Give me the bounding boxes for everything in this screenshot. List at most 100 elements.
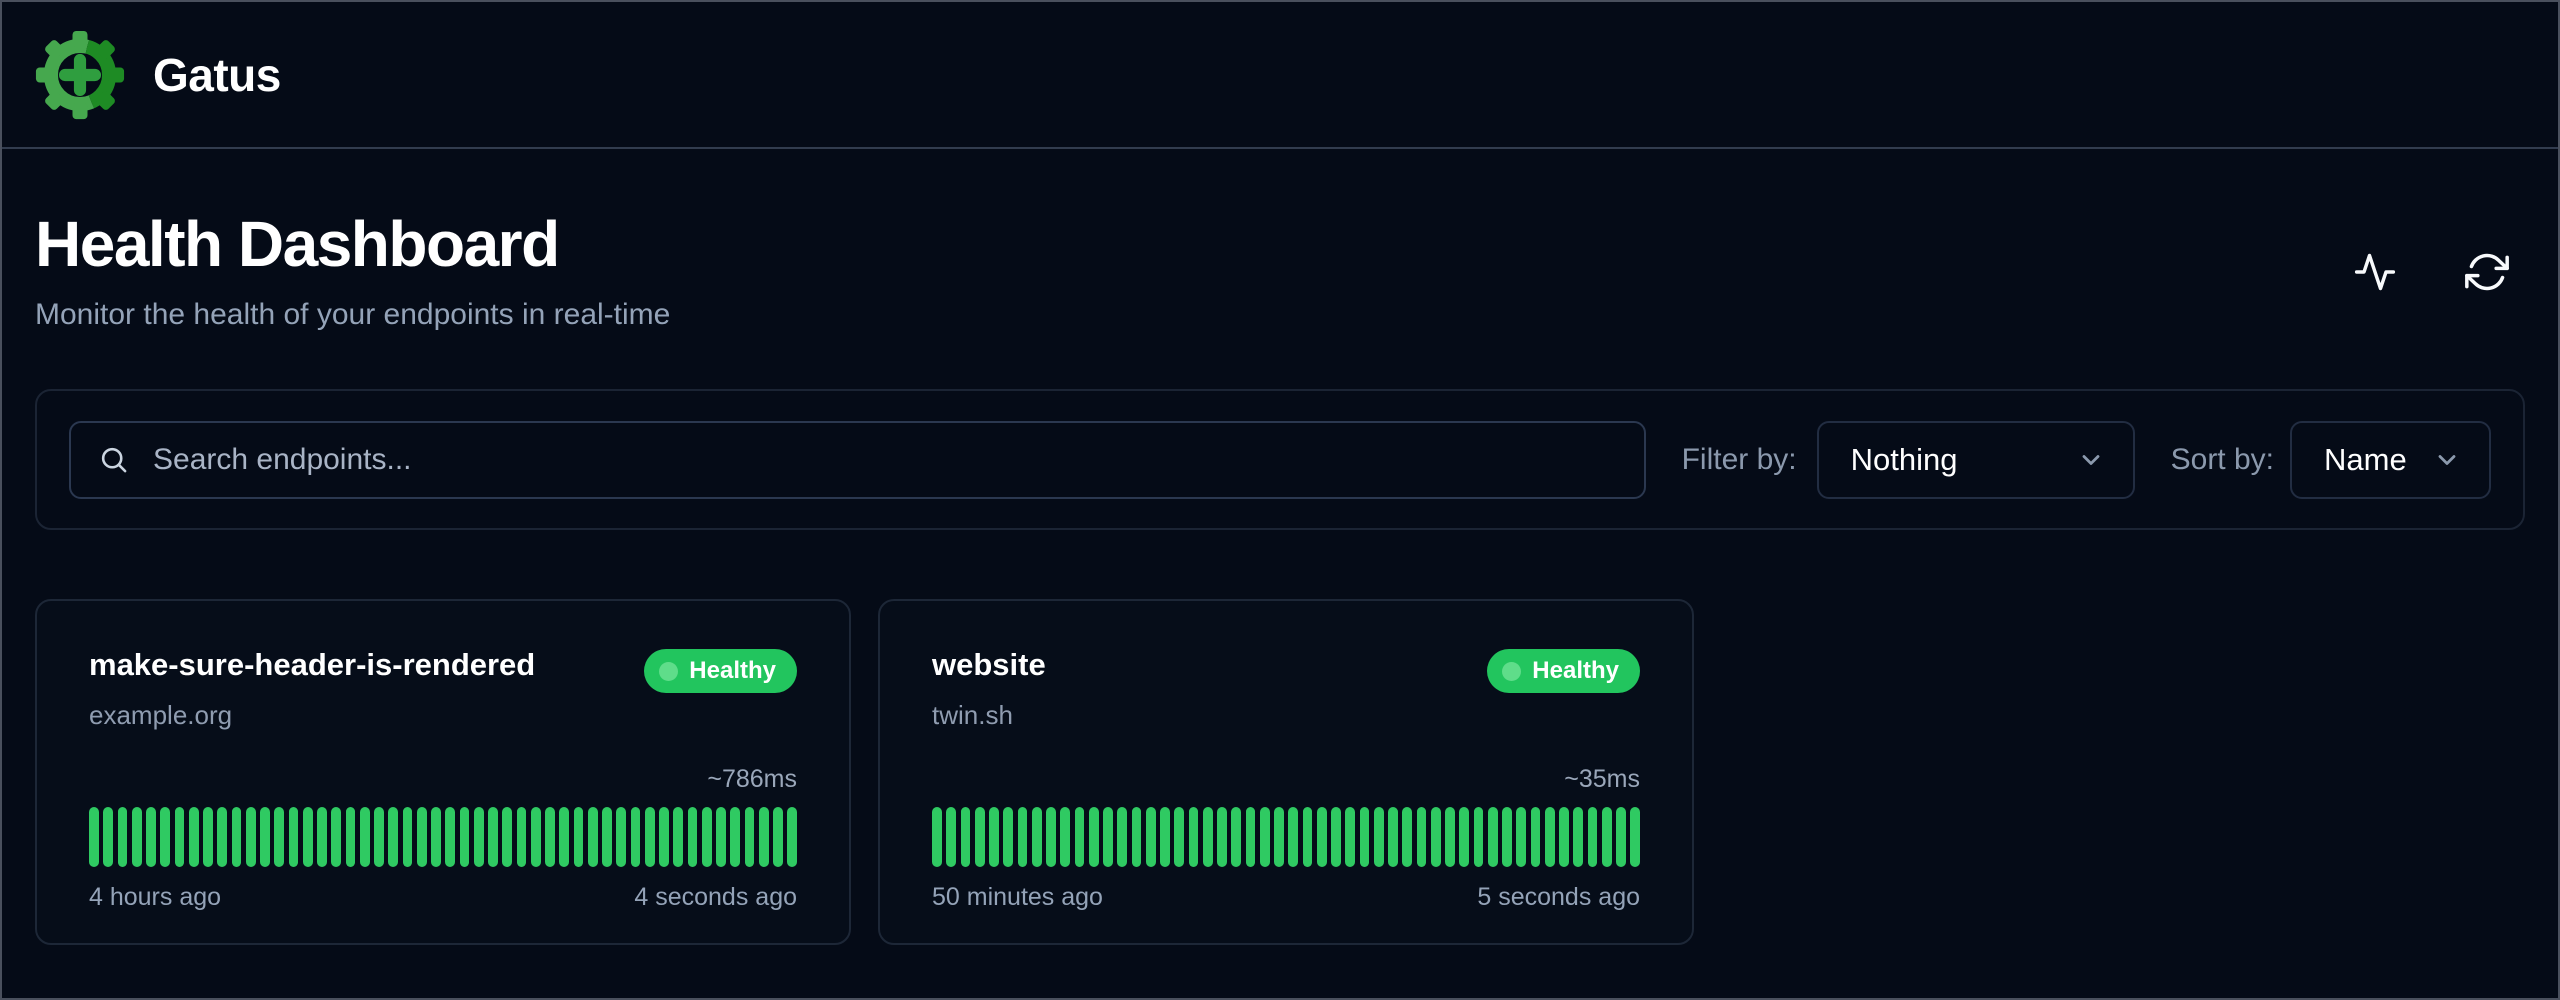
refresh-button[interactable] [2463,248,2511,296]
history-bar[interactable] [1531,807,1541,867]
history-bar[interactable] [588,807,598,867]
history-bar[interactable] [673,807,683,867]
history-bar[interactable] [1246,807,1256,867]
endpoint-card[interactable]: website twin.sh Healthy ~35ms 50 minutes… [878,599,1694,945]
history-bar[interactable] [203,807,213,867]
history-bar[interactable] [1274,807,1284,867]
sort-dropdown[interactable]: Name [2290,421,2491,499]
history-bar[interactable] [488,807,498,867]
history-bar[interactable] [1203,807,1213,867]
history-bar[interactable] [232,807,242,867]
history-bar[interactable] [1602,807,1612,867]
history-bar[interactable] [1117,807,1127,867]
history-bar[interactable] [360,807,370,867]
history-bar[interactable] [1189,807,1199,867]
history-bar[interactable] [1402,807,1412,867]
history-bar[interactable] [1516,807,1526,867]
history-bar[interactable] [1630,807,1640,867]
history-bar[interactable] [989,807,999,867]
history-bar[interactable] [175,807,185,867]
history-bar[interactable] [645,807,655,867]
history-bar[interactable] [1288,807,1298,867]
history-bar[interactable] [975,807,985,867]
history-bar[interactable] [1545,807,1555,867]
history-bar[interactable] [474,807,484,867]
history-bar[interactable] [1146,807,1156,867]
history-bar[interactable] [1060,807,1070,867]
history-bar[interactable] [1174,807,1184,867]
history-bar[interactable] [403,807,413,867]
history-bar[interactable] [217,807,227,867]
history-bar[interactable] [1431,807,1441,867]
history-bar[interactable] [1588,807,1598,867]
history-bar[interactable] [1303,807,1313,867]
history-bar[interactable] [274,807,284,867]
history-bar[interactable] [189,807,199,867]
history-bar[interactable] [431,807,441,867]
history-bar[interactable] [659,807,669,867]
history-bar[interactable] [502,807,512,867]
history-bar[interactable] [946,807,956,867]
history-bar[interactable] [1360,807,1370,867]
history-bar[interactable] [388,807,398,867]
brand-home-link[interactable]: Gatus [35,30,281,120]
history-bar[interactable] [1374,807,1384,867]
filter-dropdown[interactable]: Nothing [1817,421,2135,499]
history-bar[interactable] [1132,807,1142,867]
history-bar[interactable] [1018,807,1028,867]
history-bar[interactable] [317,807,327,867]
search-input[interactable] [153,443,1617,477]
history-bar[interactable] [1089,807,1099,867]
history-bar[interactable] [346,807,356,867]
history-bar[interactable] [1474,807,1484,867]
history-bar[interactable] [531,807,541,867]
history-bar[interactable] [1231,807,1241,867]
history-bar[interactable] [1388,807,1398,867]
endpoint-card[interactable]: make-sure-header-is-rendered example.org… [35,599,851,945]
history-bar[interactable] [132,807,142,867]
history-bar[interactable] [559,807,569,867]
history-bar[interactable] [1573,807,1583,867]
history-bar[interactable] [118,807,128,867]
history-bar[interactable] [1160,807,1170,867]
history-bar[interactable] [460,807,470,867]
activity-toggle-button[interactable] [2351,248,2399,296]
history-bar[interactable] [702,807,712,867]
history-bar[interactable] [961,807,971,867]
history-bar[interactable] [745,807,755,867]
history-bar[interactable] [773,807,783,867]
history-bar[interactable] [260,807,270,867]
history-bar[interactable] [602,807,612,867]
history-bar[interactable] [1032,807,1042,867]
history-bar[interactable] [1003,807,1013,867]
history-bar[interactable] [331,807,341,867]
history-bar[interactable] [1345,807,1355,867]
history-bar[interactable] [1616,807,1626,867]
history-bar[interactable] [787,807,797,867]
history-bar[interactable] [932,807,942,867]
history-bar[interactable] [616,807,626,867]
history-bar[interactable] [1260,807,1270,867]
history-bar[interactable] [1217,807,1227,867]
history-bar[interactable] [303,807,313,867]
history-bar[interactable] [89,807,99,867]
history-bar[interactable] [545,807,555,867]
history-bar[interactable] [103,807,113,867]
history-bar[interactable] [759,807,769,867]
history-bar[interactable] [246,807,256,867]
history-bar[interactable] [1502,807,1512,867]
history-bar[interactable] [1459,807,1469,867]
history-bar[interactable] [730,807,740,867]
history-bar[interactable] [146,807,156,867]
history-bar[interactable] [160,807,170,867]
history-bar[interactable] [1488,807,1498,867]
history-bar[interactable] [1317,807,1327,867]
history-bar[interactable] [445,807,455,867]
history-bar[interactable] [688,807,698,867]
history-bar[interactable] [574,807,584,867]
history-bar[interactable] [517,807,527,867]
history-bar[interactable] [631,807,641,867]
history-bar[interactable] [1103,807,1113,867]
history-bar[interactable] [1559,807,1569,867]
history-bar[interactable] [374,807,384,867]
